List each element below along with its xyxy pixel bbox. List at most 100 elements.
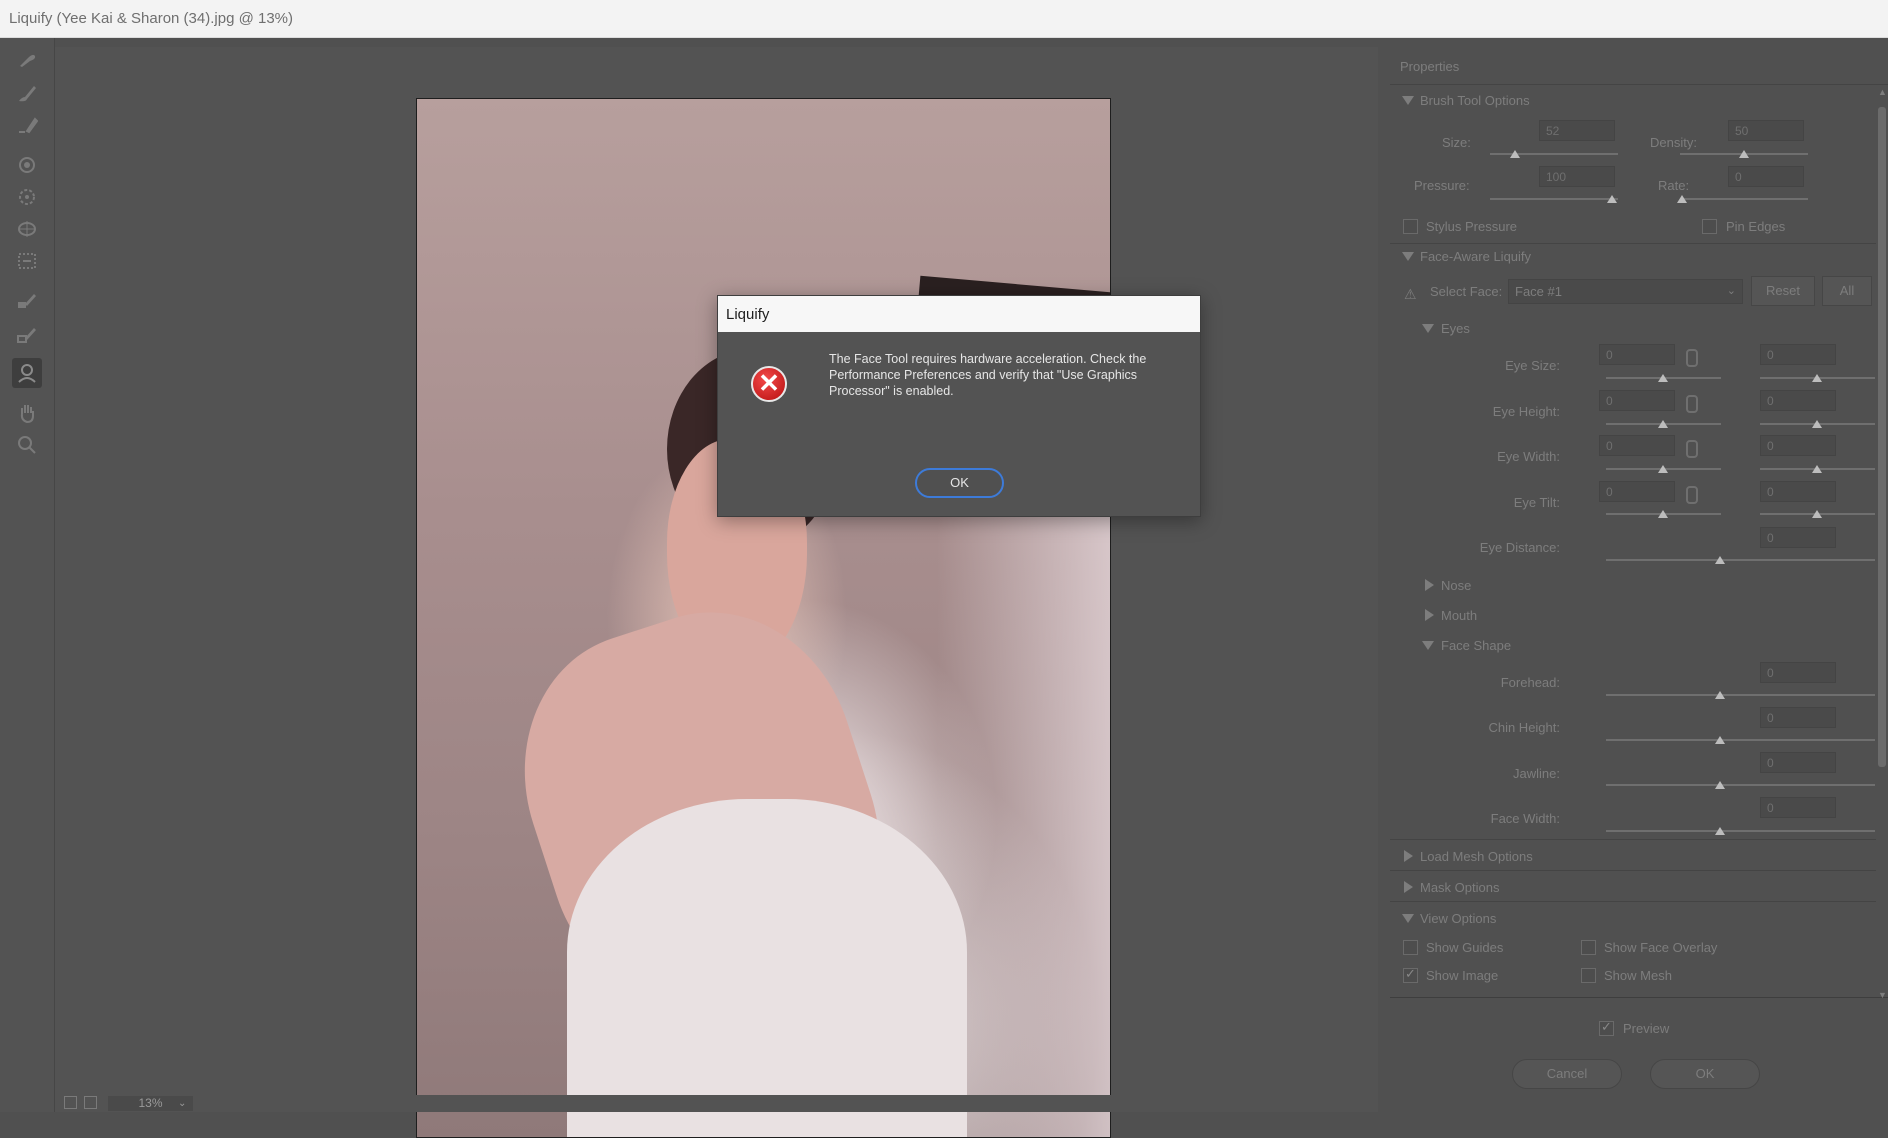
eye-distance-label: Eye Distance: [1479,540,1560,555]
face-width-field[interactable]: 0 [1760,797,1836,818]
slider-thumb[interactable] [1812,420,1822,428]
pressure-slider[interactable] [1490,198,1618,200]
face-width-slider[interactable] [1606,830,1875,832]
mouth-heading[interactable]: Mouth [1441,608,1477,623]
link-icon[interactable] [1686,395,1698,413]
thaw-mask-tool[interactable] [12,320,42,350]
slider-thumb[interactable] [1812,510,1822,518]
ok-button[interactable]: OK [1650,1059,1760,1089]
smooth-tool[interactable] [12,110,42,140]
show-mesh-checkbox[interactable] [1581,968,1596,983]
document-image[interactable] [416,98,1111,1138]
view-options-heading[interactable]: View Options [1420,911,1496,926]
expand-triangle-icon[interactable] [1425,579,1434,591]
expand-triangle-icon[interactable] [1404,850,1413,862]
expand-triangle-icon[interactable] [1404,881,1413,893]
expand-triangle-icon[interactable] [1425,609,1434,621]
scroll-up-icon[interactable]: ▲ [1878,87,1887,97]
rate-slider-thumb[interactable] [1677,195,1687,203]
all-button[interactable]: All [1822,276,1872,306]
chevron-down-icon[interactable]: ⌄ [178,1098,186,1109]
chin-height-slider[interactable] [1606,739,1875,741]
slider-thumb[interactable] [1715,691,1725,699]
eye-tilt-left-field[interactable]: 0 [1599,481,1675,502]
eye-width-left-field[interactable]: 0 [1599,435,1675,456]
hand-tool[interactable] [12,398,42,428]
link-icon[interactable] [1686,486,1698,504]
slider-thumb[interactable] [1715,556,1725,564]
load-mesh-options-heading[interactable]: Load Mesh Options [1420,849,1533,864]
stylus-pressure-checkbox[interactable] [1403,219,1418,234]
density-field[interactable]: 50 [1728,120,1804,141]
dialog-ok-button[interactable]: OK [915,468,1004,498]
show-guides-checkbox[interactable] [1403,940,1418,955]
preview-checkbox[interactable] [1599,1019,1614,1036]
chin-height-field[interactable]: 0 [1760,707,1836,728]
show-face-overlay-checkbox[interactable] [1581,940,1596,955]
eye-width-right-field[interactable]: 0 [1760,435,1836,456]
collapse-triangle-icon[interactable] [1422,641,1434,650]
reset-button[interactable]: Reset [1751,276,1815,306]
zoom-tool[interactable] [12,430,42,460]
slider-thumb[interactable] [1658,510,1668,518]
scroll-down-icon[interactable]: ▼ [1878,990,1887,1000]
collapse-triangle-icon[interactable] [1402,252,1414,261]
fit-view-icon[interactable] [64,1096,77,1109]
face-tool[interactable] [12,358,42,388]
scrollbar-thumb[interactable] [1878,107,1886,767]
eye-size-left-field[interactable]: 0 [1599,344,1675,365]
forehead-slider[interactable] [1606,694,1875,696]
forward-warp-tool[interactable] [12,44,42,74]
slider-thumb[interactable] [1715,736,1725,744]
jawline-label: Jawline: [1513,766,1560,781]
show-image-checkbox[interactable] [1403,966,1418,983]
zoom-in-icon[interactable] [84,1096,97,1109]
size-field[interactable]: 52 [1539,120,1615,141]
nose-heading[interactable]: Nose [1441,578,1471,593]
slider-thumb[interactable] [1812,465,1822,473]
jawline-field[interactable]: 0 [1760,752,1836,773]
collapse-triangle-icon[interactable] [1402,96,1414,105]
collapse-triangle-icon[interactable] [1422,324,1434,333]
face-shape-heading[interactable]: Face Shape [1441,638,1511,653]
rate-field[interactable]: 0 [1728,166,1804,187]
mask-options-heading[interactable]: Mask Options [1420,880,1499,895]
slider-thumb[interactable] [1658,465,1668,473]
pressure-slider-thumb[interactable] [1607,195,1617,203]
pin-edges-checkbox[interactable] [1702,219,1717,234]
slider-thumb[interactable] [1715,827,1725,835]
slider-thumb[interactable] [1715,781,1725,789]
brush-tool-options-heading[interactable]: Brush Tool Options [1420,93,1530,108]
link-icon[interactable] [1686,349,1698,367]
freeze-mask-tool[interactable] [12,286,42,316]
rate-slider[interactable] [1680,198,1808,200]
size-slider-thumb[interactable] [1510,150,1520,158]
properties-panel: Properties Brush Tool Options Size: 52 D… [1390,47,1888,1112]
jawline-slider[interactable] [1606,784,1875,786]
eyes-heading[interactable]: Eyes [1441,321,1470,336]
slider-thumb[interactable] [1658,420,1668,428]
eye-distance-slider[interactable] [1606,559,1875,561]
twirl-tool[interactable] [12,150,42,180]
face-aware-liquify-heading[interactable]: Face-Aware Liquify [1420,249,1531,264]
slider-thumb[interactable] [1812,374,1822,382]
eye-height-right-field[interactable]: 0 [1760,390,1836,411]
eye-tilt-right-field[interactable]: 0 [1760,481,1836,502]
reconstruct-tool[interactable] [12,78,42,108]
density-slider-thumb[interactable] [1739,150,1749,158]
eye-height-left-field[interactable]: 0 [1599,390,1675,411]
cancel-button[interactable]: Cancel [1512,1059,1622,1089]
forehead-field[interactable]: 0 [1760,662,1836,683]
eye-size-right-field[interactable]: 0 [1760,344,1836,365]
canvas-area[interactable] [55,47,1378,1138]
link-icon[interactable] [1686,440,1698,458]
bloat-tool[interactable] [12,214,42,244]
select-face-dropdown[interactable]: Face #1 ⌄ [1508,279,1743,304]
eye-distance-field[interactable]: 0 [1760,527,1836,548]
pressure-field[interactable]: 100 [1539,166,1615,187]
properties-scrollbar[interactable]: ▲ ▼ [1876,87,1888,1002]
pucker-tool[interactable] [12,182,42,212]
slider-thumb[interactable] [1658,374,1668,382]
collapse-triangle-icon[interactable] [1402,914,1414,923]
push-left-tool[interactable] [12,246,42,276]
